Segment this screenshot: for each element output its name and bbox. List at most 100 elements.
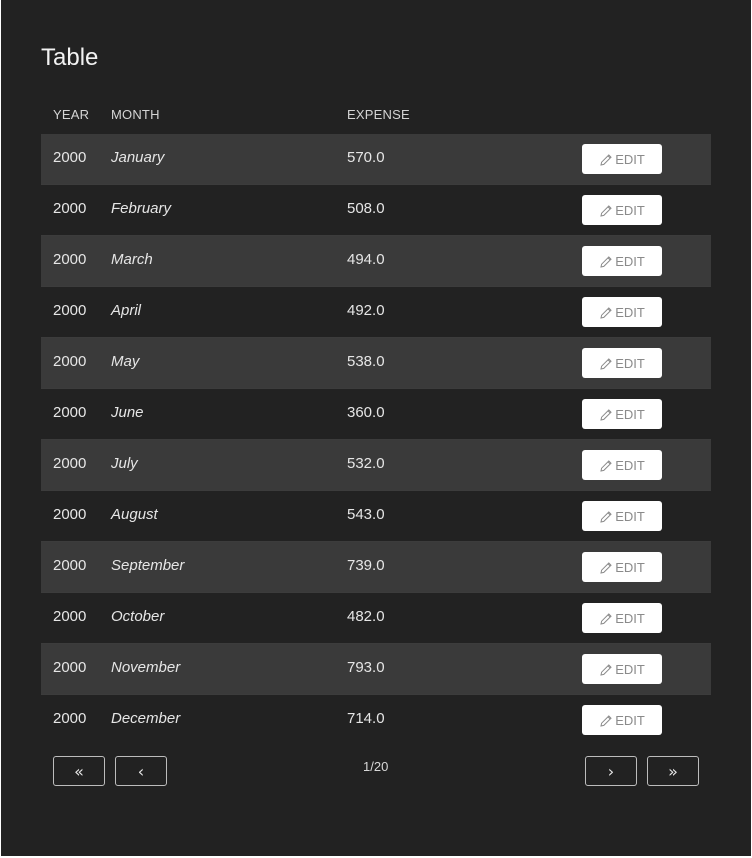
pencil-icon — [599, 661, 615, 677]
edit-label: EDIT — [615, 457, 645, 473]
pencil-icon — [599, 712, 615, 728]
cell-month: December — [111, 710, 181, 727]
edit-label: EDIT — [615, 406, 645, 422]
cell-month: September — [111, 557, 185, 574]
pencil-icon — [599, 304, 615, 320]
header-year: YEAR — [53, 107, 90, 122]
table-row: 2000 January 570.0 EDIT — [41, 134, 711, 185]
edit-label: EDIT — [615, 304, 645, 320]
cell-month: July — [111, 455, 138, 472]
cell-expense: 532.0 — [347, 455, 385, 472]
edit-button[interactable]: EDIT — [582, 399, 662, 429]
page-title: Table — [41, 44, 99, 71]
edit-label: EDIT — [615, 661, 645, 677]
pencil-icon — [599, 508, 615, 524]
table-row: 2000 August 543.0 EDIT — [41, 491, 711, 542]
pagination: « ‹ 1/20 › » — [53, 756, 699, 786]
cell-expense: 482.0 — [347, 608, 385, 625]
edit-label: EDIT — [615, 355, 645, 371]
pencil-icon — [599, 559, 615, 575]
first-page-button[interactable]: « — [53, 756, 105, 786]
cell-year: 2000 — [53, 455, 87, 472]
table-row: 2000 February 508.0 EDIT — [41, 185, 711, 236]
prev-page-button[interactable]: ‹ — [115, 756, 167, 786]
cell-expense: 793.0 — [347, 659, 385, 676]
cell-expense: 543.0 — [347, 506, 385, 523]
last-page-button[interactable]: » — [647, 756, 699, 786]
table-panel: Table YEAR MONTH EXPENSE 2000 January 570.… — [1, 0, 751, 856]
edit-button[interactable]: EDIT — [582, 705, 662, 735]
last-page-label: » — [668, 761, 678, 781]
cell-expense: 739.0 — [347, 557, 385, 574]
header-month: MONTH — [111, 107, 160, 122]
table-row: 2000 June 360.0 EDIT — [41, 389, 711, 440]
pencil-icon — [599, 253, 615, 269]
table-row: 2000 December 714.0 EDIT — [41, 695, 711, 745]
cell-expense: 570.0 — [347, 149, 385, 166]
pencil-icon — [599, 457, 615, 473]
expense-table: YEAR MONTH EXPENSE 2000 January 570.0 EDIT 2… — [41, 98, 711, 745]
next-page-button[interactable]: › — [585, 756, 637, 786]
cell-expense: 360.0 — [347, 404, 385, 421]
cell-year: 2000 — [53, 404, 87, 421]
edit-label: EDIT — [615, 151, 645, 167]
next-page-label: › — [607, 761, 615, 781]
edit-button[interactable]: EDIT — [582, 195, 662, 225]
edit-label: EDIT — [615, 610, 645, 626]
cell-expense: 538.0 — [347, 353, 385, 370]
cell-month: April — [111, 302, 142, 319]
table-row: 2000 April 492.0 EDIT — [41, 287, 711, 338]
edit-button[interactable]: EDIT — [582, 348, 662, 378]
table-row: 2000 July 532.0 EDIT — [41, 440, 711, 491]
pencil-icon — [599, 151, 615, 167]
cell-month: January — [111, 149, 165, 166]
cell-month: August — [111, 506, 158, 523]
table-row: 2000 November 793.0 EDIT — [41, 644, 711, 695]
table-row: 2000 October 482.0 EDIT — [41, 593, 711, 644]
cell-year: 2000 — [53, 302, 87, 319]
pencil-icon — [599, 355, 615, 371]
table-row: 2000 March 494.0 EDIT — [41, 236, 711, 287]
edit-label: EDIT — [615, 253, 645, 269]
edit-button[interactable]: EDIT — [582, 501, 662, 531]
cell-year: 2000 — [53, 659, 87, 676]
cell-year: 2000 — [53, 200, 87, 217]
edit-button[interactable]: EDIT — [582, 450, 662, 480]
edit-button[interactable]: EDIT — [582, 297, 662, 327]
pencil-icon — [599, 610, 615, 626]
header-expense: EXPENSE — [347, 107, 410, 122]
edit-button[interactable]: EDIT — [582, 552, 662, 582]
edit-button[interactable]: EDIT — [582, 246, 662, 276]
first-page-label: « — [74, 761, 84, 781]
edit-label: EDIT — [615, 202, 645, 218]
cell-expense: 494.0 — [347, 251, 385, 268]
pencil-icon — [599, 406, 615, 422]
cell-expense: 714.0 — [347, 710, 385, 727]
table-row: 2000 September 739.0 EDIT — [41, 542, 711, 593]
edit-label: EDIT — [615, 508, 645, 524]
cell-year: 2000 — [53, 608, 87, 625]
edit-button[interactable]: EDIT — [582, 603, 662, 633]
cell-month: March — [111, 251, 153, 268]
cell-month: October — [111, 608, 165, 625]
edit-button[interactable]: EDIT — [582, 144, 662, 174]
table-row: 2000 May 538.0 EDIT — [41, 338, 711, 389]
pencil-icon — [599, 202, 615, 218]
edit-label: EDIT — [615, 559, 645, 575]
cell-month: May — [111, 353, 140, 370]
cell-month: November — [111, 659, 181, 676]
edit-button[interactable]: EDIT — [582, 654, 662, 684]
cell-expense: 492.0 — [347, 302, 385, 319]
cell-year: 2000 — [53, 506, 87, 523]
cell-year: 2000 — [53, 251, 87, 268]
cell-month: June — [111, 404, 144, 421]
cell-month: February — [111, 200, 172, 217]
cell-year: 2000 — [53, 149, 87, 166]
edit-label: EDIT — [615, 712, 645, 728]
cell-year: 2000 — [53, 557, 87, 574]
table-header: YEAR MONTH EXPENSE — [41, 98, 711, 134]
page-indicator: 1/20 — [363, 759, 389, 774]
table-body: 2000 January 570.0 EDIT 2000 February 508.0 EDI… — [41, 134, 711, 745]
prev-page-label: ‹ — [137, 761, 145, 781]
cell-year: 2000 — [53, 710, 87, 727]
